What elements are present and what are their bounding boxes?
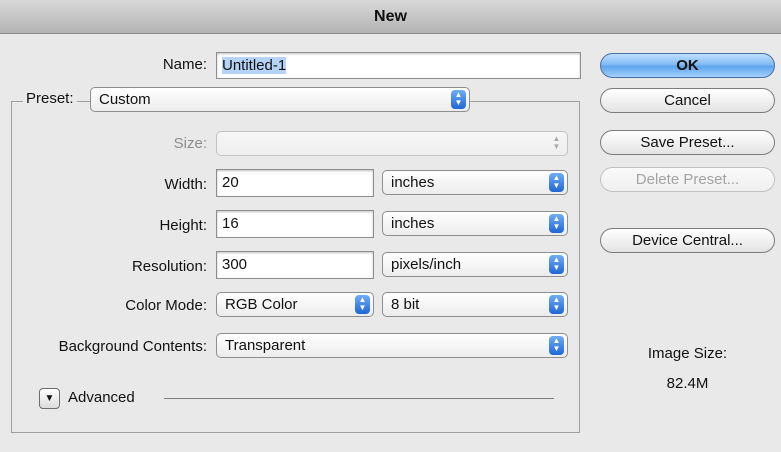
cancel-button[interactable]: Cancel	[600, 88, 775, 113]
resolution-label: Resolution:	[131, 258, 207, 275]
width-unit-value: inches	[391, 174, 435, 191]
color-mode-select[interactable]: RGB Color ▲ ▼	[216, 292, 374, 317]
advanced-divider	[164, 398, 554, 399]
advanced-label: Advanced	[68, 389, 135, 406]
ok-button[interactable]: OK	[600, 53, 775, 78]
bit-depth-select[interactable]: 8 bit ▲ ▼	[382, 292, 568, 317]
updown-arrows-icon: ▲ ▼	[549, 295, 564, 314]
updown-arrows-icon: ▲ ▼	[549, 336, 564, 355]
name-field-value: Untitled-1	[222, 57, 287, 74]
name-field[interactable]: Untitled-1	[216, 52, 581, 79]
height-unit-value: inches	[391, 215, 435, 232]
height-label: Height:	[159, 217, 207, 234]
background-contents-select[interactable]: Transparent ▲ ▼	[216, 333, 568, 358]
bit-depth-value: 8 bit	[391, 296, 420, 313]
name-label: Name:	[162, 56, 207, 73]
background-contents-label: Background Contents:	[58, 338, 207, 355]
preset-label: Preset:	[23, 90, 77, 107]
preset-select[interactable]: Custom ▲ ▼	[90, 87, 470, 112]
image-size-value: 82.4M	[666, 375, 709, 392]
delete-preset-button: Delete Preset...	[600, 167, 775, 192]
resolution-field[interactable]: 300	[216, 251, 374, 279]
updown-arrows-icon: ▲ ▼	[451, 90, 466, 109]
size-label: Size:	[173, 135, 207, 152]
color-mode-label: Color Mode:	[125, 297, 207, 314]
updown-arrows-icon: ▲ ▼	[549, 214, 564, 233]
resolution-unit-select[interactable]: pixels/inch ▲ ▼	[382, 252, 568, 277]
save-preset-button[interactable]: Save Preset...	[600, 130, 775, 155]
updown-arrows-icon: ▲ ▼	[552, 134, 561, 151]
resolution-unit-value: pixels/inch	[391, 256, 462, 273]
window-title: New	[0, 0, 781, 34]
width-unit-select[interactable]: inches ▲ ▼	[382, 170, 568, 195]
device-central-button[interactable]: Device Central...	[600, 228, 775, 253]
triangle-down-icon: ▼	[44, 393, 55, 404]
color-mode-value: RGB Color	[225, 296, 298, 313]
updown-arrows-icon: ▲ ▼	[549, 255, 564, 274]
preset-value: Custom	[99, 91, 151, 108]
size-select: ▲ ▼	[216, 131, 568, 156]
advanced-disclosure-toggle[interactable]: ▼	[39, 388, 60, 409]
height-unit-select[interactable]: inches ▲ ▼	[382, 211, 568, 236]
updown-arrows-icon: ▲ ▼	[549, 173, 564, 192]
updown-arrows-icon: ▲ ▼	[355, 295, 370, 314]
image-size-label: Image Size:	[647, 345, 728, 362]
height-field[interactable]: 16	[216, 210, 374, 238]
width-field[interactable]: 20	[216, 169, 374, 197]
width-label: Width:	[164, 176, 207, 193]
background-contents-value: Transparent	[225, 337, 306, 354]
